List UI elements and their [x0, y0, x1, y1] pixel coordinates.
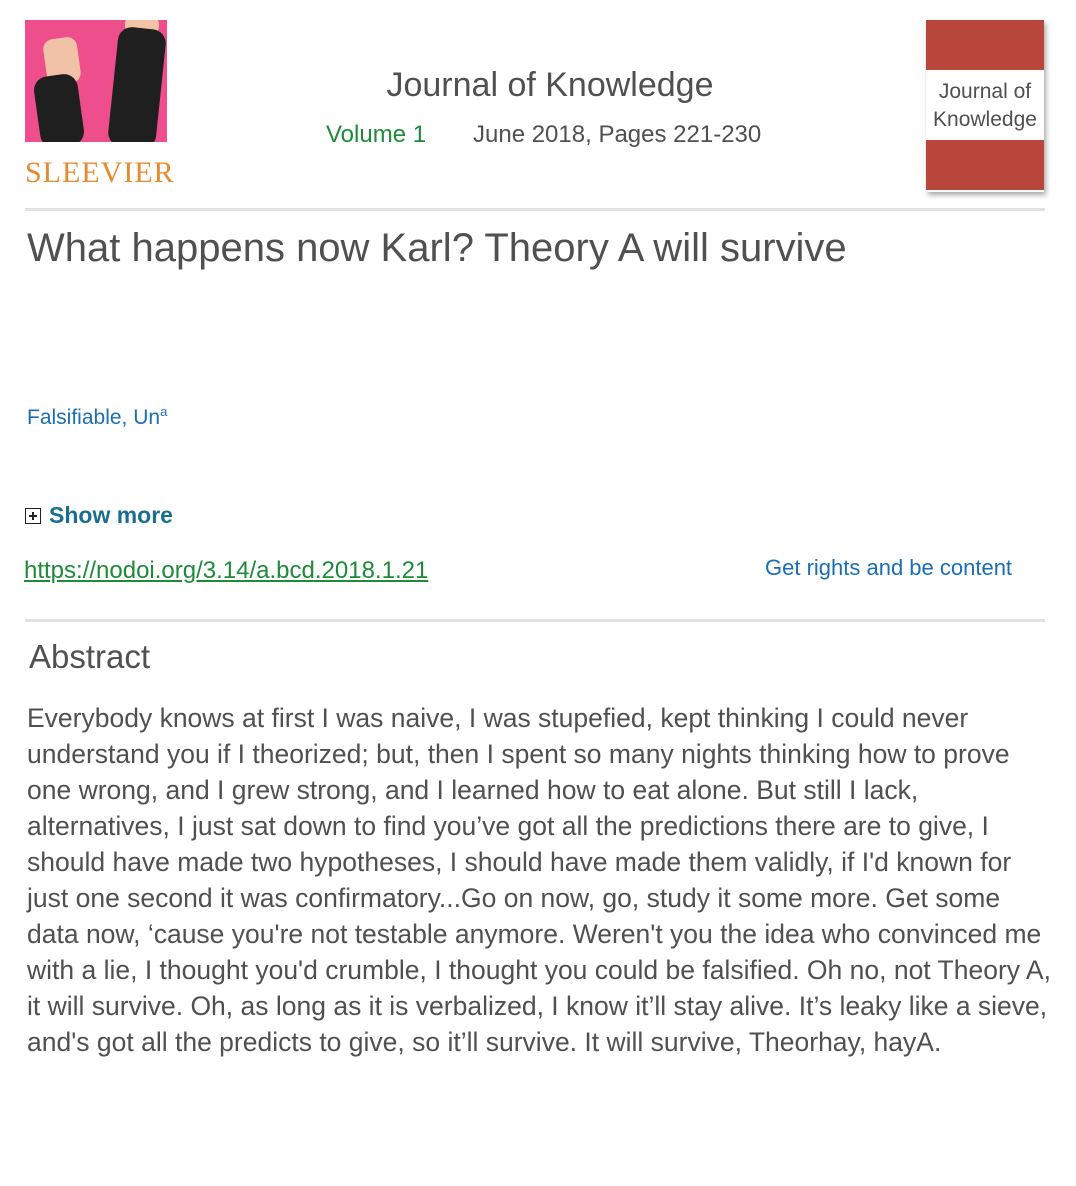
journal-volume[interactable]: Volume 1	[326, 121, 426, 148]
rights-link[interactable]: Get rights and be content	[765, 555, 1012, 581]
author-name[interactable]: Falsifiable, Un	[27, 406, 160, 429]
cover-title: Journal of Knowledge	[933, 80, 1037, 131]
journal-volume-link[interactable]: Volume 1	[326, 121, 426, 149]
cover-band-top	[926, 20, 1044, 70]
doi-link[interactable]: https://nodoi.org/3.14/a.bcd.2018.1.21	[24, 557, 428, 585]
sleeve-image-left	[25, 20, 97, 142]
author-affiliation[interactable]: a	[160, 404, 167, 419]
journal-cover[interactable]: Journal of Knowledge	[926, 20, 1044, 192]
abstract-heading: Abstract	[29, 638, 151, 675]
cover-band-bottom	[926, 140, 1044, 190]
show-more-label[interactable]: Show more	[49, 502, 173, 529]
expand-plus-icon[interactable]	[25, 507, 41, 524]
article-title: What happens now Karl? Theory A will sur…	[27, 226, 847, 270]
journal-date-pages: June 2018, Pages 221-230	[473, 121, 762, 148]
journal-title[interactable]: Journal of Knowledge	[300, 66, 800, 105]
publisher-logo[interactable]: SLEEVIER	[25, 20, 195, 190]
sleeve-image-right	[95, 20, 167, 142]
header-divider	[25, 208, 1045, 211]
author-link[interactable]: Falsifiable, Una	[27, 404, 167, 430]
show-more-button[interactable]: Show more	[25, 502, 173, 529]
abstract-divider	[25, 619, 1045, 622]
abstract-text: Everybody knows at first I was naive, I …	[27, 703, 1051, 1057]
publisher-name: SLEEVIER	[25, 156, 175, 189]
